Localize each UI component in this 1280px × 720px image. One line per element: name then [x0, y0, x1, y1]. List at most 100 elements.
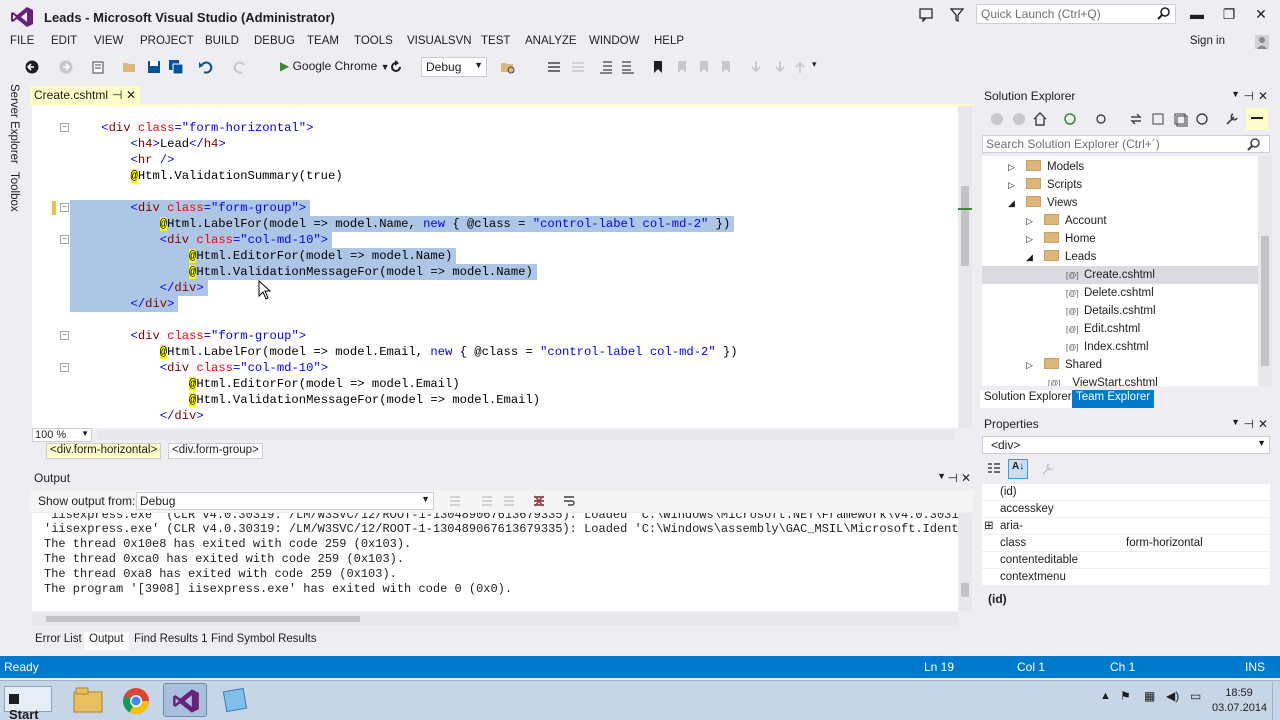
code-line[interactable]: @Html.EditorFor(model => model.Name) — [32, 248, 958, 264]
tab-find-results-1[interactable]: Find Results 1 — [129, 632, 213, 650]
menu-build[interactable]: BUILD — [205, 35, 239, 47]
chevron-down-icon[interactable]: ▼ — [1231, 89, 1240, 99]
taskbar-clock[interactable]: 18:59 03.07.2014 — [1212, 686, 1267, 716]
clear-all-icon[interactable] — [532, 494, 546, 508]
output-vertical-scrollbar[interactable] — [958, 513, 972, 611]
code-line[interactable]: − <div class="col-md-10"> — [32, 232, 958, 248]
output-source-select[interactable]: Debug ▼ — [136, 492, 434, 510]
pin-icon[interactable]: ⊣ — [1244, 89, 1254, 103]
tree-item-shared[interactable]: ▷ Shared — [1026, 356, 1102, 374]
undo-icon[interactable] — [198, 59, 214, 75]
collapse-all-icon[interactable] — [1150, 111, 1166, 127]
show-desktop-button[interactable] — [1272, 682, 1280, 720]
tab-team-explorer[interactable]: Team Explorer — [1072, 390, 1155, 408]
menu-visualsvn[interactable]: VISUALSVN — [407, 35, 472, 47]
code-line[interactable]: @Html.ValidationSummary(true) — [32, 168, 958, 184]
editor-vertical-scrollbar[interactable] — [958, 106, 972, 428]
pin-icon[interactable]: ⊣ — [1244, 417, 1254, 431]
close-tab-icon[interactable]: ✕ — [126, 88, 136, 102]
step-over-icon[interactable] — [772, 59, 788, 75]
alphabetical-button[interactable]: A↓ — [1008, 459, 1028, 479]
step-into-icon[interactable] — [748, 59, 764, 75]
code-editor[interactable]: − <div class="form-horizontal"> <h4>Lead… — [32, 106, 958, 428]
code-line[interactable]: − <div class="col-md-10"> — [32, 360, 958, 376]
code-line[interactable]: </div> — [32, 408, 958, 424]
new-project-icon[interactable] — [90, 59, 106, 75]
chevron-down-icon[interactable]: ▼ — [1231, 417, 1240, 427]
chevron-down-icon[interactable]: ▼ — [937, 471, 946, 481]
tree-item-create-cshtml[interactable]: [@] Create.cshtml — [982, 266, 1258, 284]
menu-debug[interactable]: DEBUG — [254, 35, 295, 47]
property-pages-wrench-icon[interactable] — [1040, 461, 1056, 477]
tree-item-home[interactable]: ▷ Home — [1026, 230, 1096, 248]
menu-analyze[interactable]: ANALYZE — [525, 35, 577, 47]
save-all-icon[interactable] — [168, 59, 184, 75]
quick-launch-input[interactable]: Quick Launch (Ctrl+Q) — [976, 4, 1176, 24]
toolbox-tab[interactable]: Toolbox — [8, 172, 20, 212]
menu-test[interactable]: TEST — [481, 35, 510, 47]
scroll-thumb[interactable] — [961, 186, 969, 266]
code-line[interactable]: <h4>Lead</h4> — [32, 136, 958, 152]
tab-output[interactable]: Output — [84, 632, 129, 650]
expand-plus-icon[interactable]: ⊞ — [984, 518, 994, 535]
refresh-icon[interactable] — [1128, 111, 1144, 127]
pin-icon[interactable]: ⊣ — [112, 88, 122, 102]
code-line[interactable]: <hr /> — [32, 152, 958, 168]
expand-arrow-icon[interactable]: ▷ — [1008, 158, 1020, 176]
feedback-filter-icon[interactable] — [950, 7, 964, 23]
next-bookmark-icon[interactable] — [696, 59, 712, 75]
expand-arrow-icon[interactable]: ▷ — [1026, 230, 1038, 248]
solution-explorer-scrollbar[interactable] — [1258, 156, 1272, 386]
taskbar-explorer[interactable] — [66, 683, 110, 717]
server-explorer-tab[interactable]: Server Explorer — [8, 84, 20, 164]
sign-in-link[interactable]: Sign in — [1190, 35, 1225, 47]
expand-arrow-icon[interactable]: ▷ — [1026, 212, 1038, 230]
back-icon[interactable] — [990, 112, 1004, 126]
sync-icon[interactable] — [1062, 111, 1078, 127]
step-out-icon[interactable] — [792, 59, 808, 75]
indent-icon[interactable] — [620, 59, 636, 75]
tree-item-edit-cshtml[interactable]: [@] Edit.cshtml — [1066, 320, 1140, 338]
tree-item-leads[interactable]: ◢ Leads — [1026, 248, 1096, 266]
menu-team[interactable]: TEAM — [307, 35, 339, 47]
toolbar-overflow-icon[interactable]: ▾ — [812, 59, 828, 75]
home-icon[interactable] — [1032, 111, 1048, 127]
close-icon[interactable]: ✕ — [961, 471, 971, 485]
tab-error-list[interactable]: Error List — [30, 632, 87, 650]
tree-item-models[interactable]: ▷ Models — [1008, 158, 1084, 176]
bookmark-icon[interactable] — [650, 59, 666, 75]
code-line[interactable]: @Html.EditorFor(model => model.Email) — [32, 376, 958, 392]
tab-find-symbol-results[interactable]: Find Symbol Results — [206, 632, 321, 650]
word-wrap-icon[interactable] — [562, 494, 576, 508]
navigate-forward-icon[interactable] — [58, 59, 74, 75]
property-row[interactable]: contextmenu — [982, 569, 1270, 586]
menu-help[interactable]: HELP — [654, 35, 684, 47]
menu-view[interactable]: VIEW — [94, 35, 123, 47]
taskbar-chrome[interactable] — [115, 683, 159, 717]
taskbar-visual-studio[interactable] — [163, 683, 207, 717]
tree-item-delete-cshtml[interactable]: [@] Delete.cshtml — [1066, 284, 1154, 302]
auto-hide-button[interactable] — [1246, 108, 1268, 130]
document-tab-create[interactable]: Create.cshtml ⊣ ✕ — [30, 86, 140, 104]
clear-bookmarks-icon[interactable] — [718, 59, 734, 75]
tree-item-scripts[interactable]: ▷ Scripts — [1008, 176, 1082, 194]
properties-object-select[interactable]: <div> ▼ — [982, 436, 1270, 454]
redo-icon[interactable] — [232, 59, 248, 75]
code-line[interactable]: </div> — [32, 296, 958, 312]
code-line[interactable]: − <div class="form-group"> — [32, 328, 958, 344]
close-icon[interactable]: ✕ — [1258, 417, 1268, 431]
fold-toggle-icon[interactable]: − — [60, 203, 69, 212]
property-row[interactable]: contenteditable — [982, 552, 1270, 569]
code-line[interactable]: − <div class="form-group"> — [32, 200, 958, 216]
fold-toggle-icon[interactable]: − — [60, 235, 69, 244]
save-icon[interactable] — [146, 59, 162, 75]
code-line[interactable]: @Html.ValidationMessageFor(model => mode… — [32, 392, 958, 408]
keyboard-layout-icon[interactable]: ▭ — [1190, 689, 1201, 703]
menu-file[interactable]: FILE — [10, 35, 34, 47]
property-value[interactable]: form-horizontal — [1126, 535, 1203, 552]
solution-configuration-select[interactable]: Debug ▼ — [421, 57, 487, 77]
fold-toggle-icon[interactable]: − — [60, 123, 69, 132]
breadcrumb-item[interactable]: <div.form-group> — [168, 443, 263, 459]
scroll-thumb[interactable] — [1261, 236, 1269, 366]
start-debugging-button[interactable]: ▶ Google Chrome ▼ — [276, 57, 394, 77]
